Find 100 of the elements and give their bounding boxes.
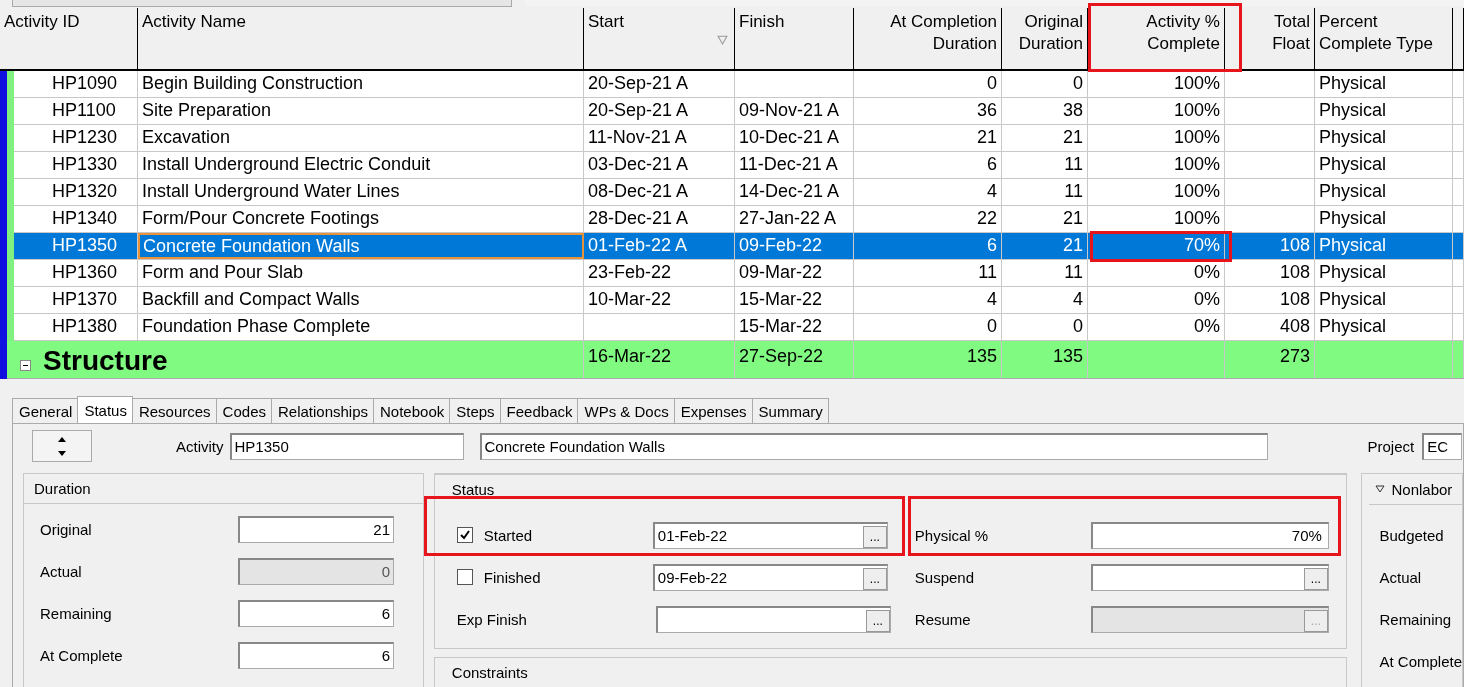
activity-row[interactable]: HP1360 Form and Pour Slab 23-Feb-22 09-Mar-22 11 11 0% 108 Physical: [0, 260, 1464, 287]
tab[interactable]: Expenses: [673, 398, 753, 423]
column-title: Activity Name: [142, 11, 246, 33]
field-label: Suspend: [914, 568, 976, 586]
column-title: Activity % Complete: [1146, 11, 1220, 55]
check-icon: [458, 529, 471, 541]
date-field[interactable]: 09-Feb-22 ...: [652, 563, 888, 591]
column-header[interactable]: Activity Name: [138, 8, 584, 69]
input-field[interactable]: 70%: [1090, 521, 1329, 549]
table-cell: Physical: [1315, 179, 1453, 205]
table-cell: Form and Pour Slab: [138, 260, 584, 286]
browse-button[interactable]: ...: [1303, 567, 1328, 590]
activity-row[interactable]: HP1320 Install Underground Water Lines 08-Dec-21 A 14-Dec-21 A 4 11 100% Physical: [0, 179, 1464, 206]
activity-row[interactable]: HP1370 Backfill and Compact Walls 10-Mar-22 15-Mar-22 4 4 0% 108 Physical: [0, 287, 1464, 314]
browse-button[interactable]: ...: [862, 525, 887, 548]
field-label: At Complete: [40, 646, 124, 664]
project-field[interactable]: EC: [1422, 432, 1463, 460]
table-cell: 09-Nov-21 A: [735, 98, 854, 124]
table-cell: 11: [1002, 152, 1088, 178]
activity-name-field[interactable]: Concrete Foundation Walls: [479, 432, 1268, 460]
activity-row[interactable]: HP1350 Concrete Foundation Walls 01-Feb-22 A 09-Feb-22 6 21 70% 108 Physical: [0, 233, 1464, 260]
group-title: Structure: [43, 344, 168, 378]
table-cell: Physical: [1315, 314, 1453, 340]
field-label: Actual: [40, 562, 83, 580]
input-field[interactable]: 21: [238, 515, 394, 543]
column-header[interactable]: Total Float: [1225, 8, 1315, 69]
tab[interactable]: Status: [77, 396, 133, 423]
table-cell: 21: [1002, 206, 1088, 232]
table-cell: 27-Jan-22 A: [735, 206, 854, 232]
table-cell: 14-Dec-21 A: [735, 179, 854, 205]
group-row[interactable]: Structure 16-Mar-22 27-Sep-22 135 135 273: [0, 341, 1464, 379]
tab[interactable]: General: [12, 398, 79, 423]
activity-row[interactable]: HP1330 Install Underground Electric Conduit 03-Dec-21 A 11-Dec-21 A 6 11 100% Physical: [0, 152, 1464, 179]
panel-title: Nonlabor: [1391, 480, 1453, 498]
activity-label: Activity: [176, 437, 224, 455]
activity-id-field[interactable]: HP1350: [229, 432, 464, 460]
table-cell: 21: [1002, 125, 1088, 151]
column-header[interactable]: Percent Complete Type: [1315, 8, 1453, 69]
down-arrow-icon[interactable]: [57, 450, 67, 457]
table-cell: 11: [1002, 179, 1088, 205]
table-cell: 273: [1225, 341, 1315, 378]
column-header[interactable]: Start: [584, 8, 735, 69]
field-label: At Complete: [1379, 652, 1462, 672]
table-cell: 70%: [1088, 233, 1225, 259]
column-header[interactable]: Activity % Complete: [1088, 8, 1225, 69]
collapse-icon[interactable]: [20, 360, 31, 371]
table-cell: Physical: [1315, 152, 1453, 178]
activity-row[interactable]: HP1100 Site Preparation 20-Sep-21 A 09-Nov-21 A 36 38 100% Physical: [0, 98, 1464, 125]
activity-row[interactable]: HP1090 Begin Building Construction 20-Sep-21 A 0 0 100% Physical: [0, 71, 1464, 98]
spinner[interactable]: [32, 430, 92, 462]
tab[interactable]: Steps: [449, 398, 501, 423]
table-cell: 135: [1002, 341, 1088, 378]
table-cell: 22: [854, 206, 1002, 232]
column-header[interactable]: Original Duration: [1002, 8, 1088, 69]
project-label: Project: [1367, 437, 1415, 455]
column-header[interactable]: Activity ID: [0, 8, 138, 69]
table-cell: Foundation Phase Complete: [138, 314, 584, 340]
table-cell: 15-Mar-22: [735, 314, 854, 340]
input-field[interactable]: 6: [238, 599, 394, 627]
browse-button[interactable]: ...: [865, 609, 890, 632]
activity-row[interactable]: HP1230 Excavation 11-Nov-21 A 10-Dec-21 A 21 21 100% Physical: [0, 125, 1464, 152]
date-field[interactable]: ...: [655, 605, 891, 633]
field-label: Exp Finish: [456, 610, 528, 628]
table-cell: Physical: [1315, 71, 1453, 97]
table-cell: 135: [854, 341, 1002, 378]
table-cell: Site Preparation: [138, 98, 584, 124]
table-cell: 20-Sep-21 A: [584, 98, 735, 124]
column-title: Activity ID: [4, 11, 80, 33]
table-cell: 20-Sep-21 A: [584, 71, 735, 97]
checkbox[interactable]: [456, 569, 473, 585]
field-label: Resume: [914, 610, 972, 628]
input-field[interactable]: 6: [238, 641, 394, 669]
tab[interactable]: Summary: [751, 398, 829, 423]
column-header[interactable]: Finish: [735, 8, 854, 69]
up-arrow-icon[interactable]: [57, 435, 67, 442]
table-cell: 100%: [1088, 98, 1225, 124]
checkbox[interactable]: [456, 527, 473, 543]
table-cell: 100%: [1088, 71, 1225, 97]
expand-icon[interactable]: [1375, 485, 1386, 493]
table-cell: Physical: [1315, 233, 1453, 259]
input-field[interactable]: ...: [1090, 563, 1329, 591]
table-cell: 38: [1002, 98, 1088, 124]
table-cell: 100%: [1088, 179, 1225, 205]
tab[interactable]: Relationships: [270, 398, 375, 423]
table-cell: 108: [1225, 287, 1315, 313]
table-cell: Physical: [1315, 287, 1453, 313]
table-cell: 23-Feb-22: [584, 260, 735, 286]
field-label: Finished: [483, 568, 542, 586]
table-cell: 27-Sep-22: [735, 341, 854, 378]
table-cell: 21: [1002, 233, 1088, 259]
panel-title: Status: [450, 480, 496, 500]
field-label: Started: [483, 526, 534, 544]
column-title: Original Duration: [1018, 11, 1083, 55]
browse-button[interactable]: ...: [862, 567, 887, 590]
date-field[interactable]: 01-Feb-22 ...: [652, 521, 888, 549]
column-header[interactable]: At Completion Duration: [854, 8, 1002, 69]
field-label: Actual: [1379, 568, 1423, 588]
table-cell: 4: [854, 179, 1002, 205]
table-cell: 108: [1225, 260, 1315, 286]
column-title: Start: [588, 11, 624, 33]
